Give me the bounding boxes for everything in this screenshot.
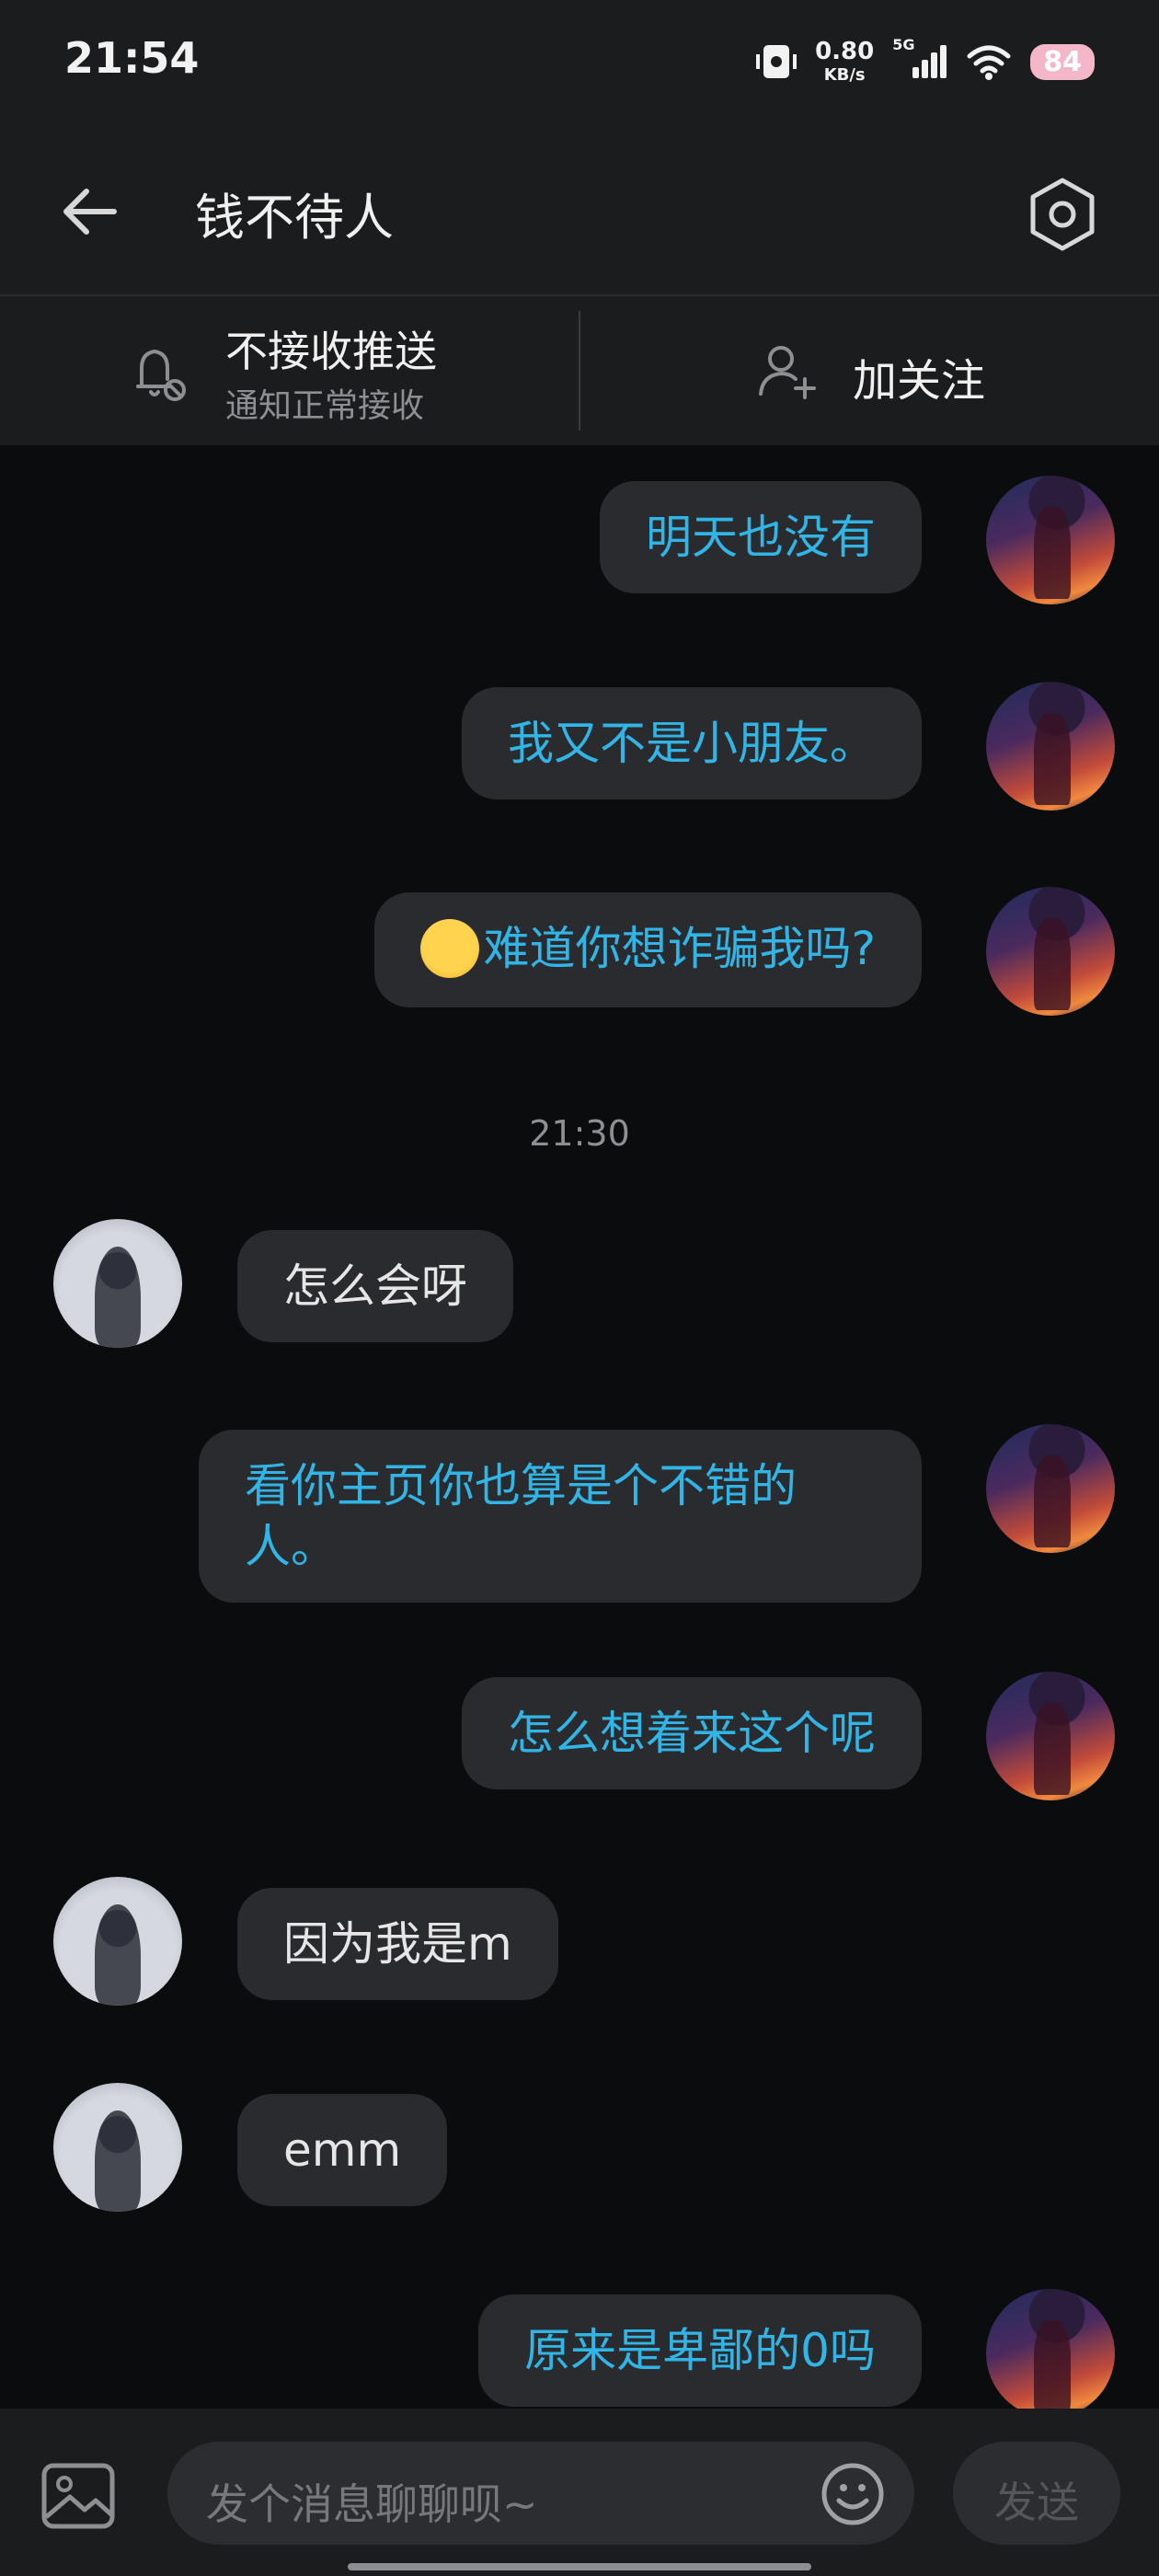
settings-icon[interactable]: [1021, 173, 1104, 256]
bell-muted-icon: [136, 349, 186, 401]
contact-avatar[interactable]: [53, 1219, 182, 1348]
message-bubble-received[interactable]: emm: [237, 2094, 448, 2206]
push-setting-subtitle: 通知正常接收: [225, 387, 425, 425]
send-button[interactable]: 发送: [953, 2442, 1120, 2545]
chat-header: 钱不待人: [0, 129, 1159, 296]
wifi-icon: [967, 45, 1011, 80]
message-bubble-sent[interactable]: 我又不是小朋友。: [462, 687, 922, 799]
vibrate-icon: [756, 45, 798, 78]
emoji-icon[interactable]: [819, 2460, 887, 2528]
push-setting-button[interactable]: 不接收推送 通知正常接收: [0, 296, 580, 445]
my-avatar[interactable]: [986, 1424, 1115, 1553]
message-bubble-sent[interactable]: 看你主页你也算是个不错的人。: [199, 1430, 922, 1603]
status-bar: 21:54 0.80 KB/s 5G 84: [0, 0, 1159, 129]
battery-indicator: 84: [1030, 43, 1095, 80]
follow-button[interactable]: 加关注: [580, 296, 1159, 445]
send-label: 发送: [994, 2478, 1079, 2527]
chat-options-bar: 不接收推送 通知正常接收 加关注: [0, 296, 1159, 445]
my-avatar[interactable]: [986, 682, 1115, 811]
message-timestamp: 21:30: [529, 1113, 630, 1154]
status-time: 21:54: [64, 33, 200, 83]
my-avatar[interactable]: [986, 1672, 1115, 1800]
contact-avatar[interactable]: [53, 1877, 182, 2006]
back-arrow-icon[interactable]: [55, 175, 129, 248]
message-input-bar: 发个消息聊聊呗~ 发送: [0, 2409, 1159, 2576]
my-avatar[interactable]: [986, 887, 1115, 1016]
message-bubble-received[interactable]: 怎么会呀: [237, 1230, 513, 1342]
message-bubble-received[interactable]: 因为我是m: [237, 1888, 558, 2000]
home-indicator[interactable]: [348, 2563, 811, 2570]
contact-avatar[interactable]: [53, 2083, 182, 2212]
my-avatar[interactable]: [986, 476, 1115, 604]
net-speed: 0.80 KB/s: [815, 38, 875, 85]
signal-icon: 5G: [892, 36, 947, 82]
push-setting-title: 不接收推送: [225, 327, 437, 376]
add-user-icon: [759, 346, 816, 399]
message-bubble-sent[interactable]: 怎么想着来这个呢: [462, 1677, 922, 1789]
smug-face-emoji-icon: [420, 918, 480, 978]
message-input[interactable]: 发个消息聊聊呗~: [167, 2442, 914, 2545]
chat-title: 钱不待人: [195, 189, 394, 247]
my-avatar[interactable]: [986, 2289, 1115, 2418]
message-bubble-sent[interactable]: 原来是卑鄙的0吗: [478, 2294, 922, 2407]
status-icons: 0.80 KB/s 5G 84: [756, 36, 1095, 85]
message-bubble-sent[interactable]: 明天也没有: [600, 481, 922, 593]
image-picker-icon[interactable]: [37, 2455, 120, 2537]
follow-label: 加关注: [853, 355, 986, 407]
message-bubble-sent[interactable]: 难道你想诈骗我吗?: [374, 892, 922, 1007]
input-placeholder: 发个消息聊聊呗~: [206, 2479, 538, 2529]
